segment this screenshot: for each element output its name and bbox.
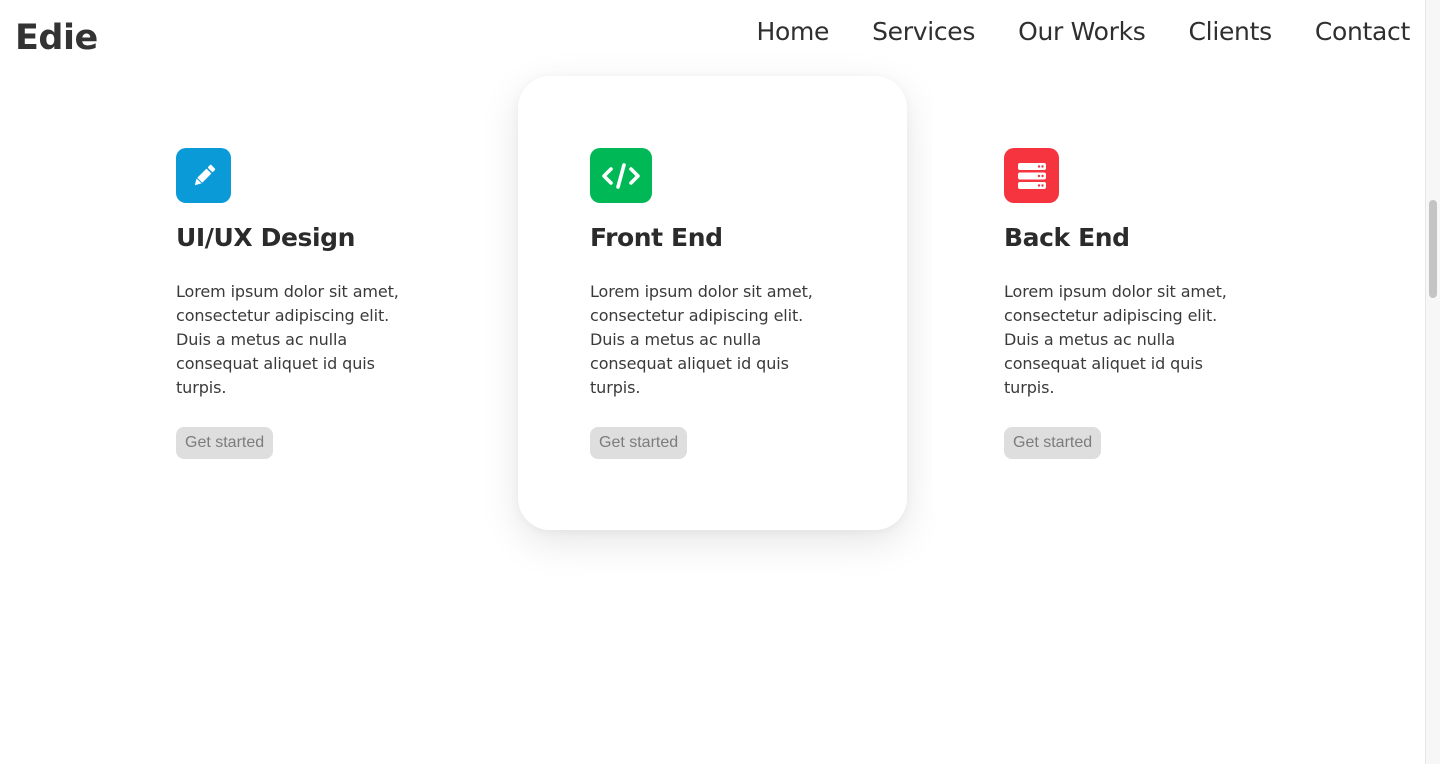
server-icon — [1004, 148, 1059, 203]
service-card-front-end: Front End Lorem ipsum dolor sit amet, co… — [518, 76, 907, 530]
nav-item-our-works[interactable]: Our Works — [1018, 17, 1146, 46]
main-nav: Home Services Our Works Clients Contact — [756, 17, 1410, 46]
service-card-content: Front End Lorem ipsum dolor sit amet, co… — [590, 148, 850, 459]
nav-item-clients[interactable]: Clients — [1189, 17, 1273, 46]
service-card-content: UI/UX Design Lorem ipsum dolor sit amet,… — [176, 148, 436, 459]
get-started-button[interactable]: Get started — [176, 427, 274, 459]
service-title: UI/UX Design — [176, 223, 356, 252]
service-description: Lorem ipsum dolor sit amet, consectetur … — [590, 282, 813, 397]
service-card-uiux: UI/UX Design Lorem ipsum dolor sit amet,… — [104, 76, 493, 530]
service-title: Front End — [590, 223, 723, 252]
pencil-icon — [176, 148, 231, 203]
service-description: Lorem ipsum dolor sit amet, consectetur … — [1004, 282, 1227, 397]
nav-item-contact[interactable]: Contact — [1315, 17, 1410, 46]
get-started-button[interactable]: Get started — [1004, 427, 1102, 459]
brand-logo[interactable]: Edie — [15, 18, 98, 58]
service-card-back-end: Back End Lorem ipsum dolor sit amet, con… — [932, 76, 1321, 530]
service-title: Back End — [1004, 223, 1130, 252]
get-started-button[interactable]: Get started — [590, 427, 688, 459]
service-card-content: Back End Lorem ipsum dolor sit amet, con… — [1004, 148, 1264, 459]
nav-item-home[interactable]: Home — [756, 17, 829, 46]
scrollbar-thumb[interactable] — [1429, 200, 1437, 298]
vertical-scrollbar[interactable] — [1425, 0, 1440, 764]
code-icon — [590, 148, 652, 203]
service-description: Lorem ipsum dolor sit amet, consectetur … — [176, 282, 399, 397]
nav-item-services[interactable]: Services — [872, 17, 975, 46]
page: Edie Home Services Our Works Clients Con… — [0, 0, 1440, 764]
